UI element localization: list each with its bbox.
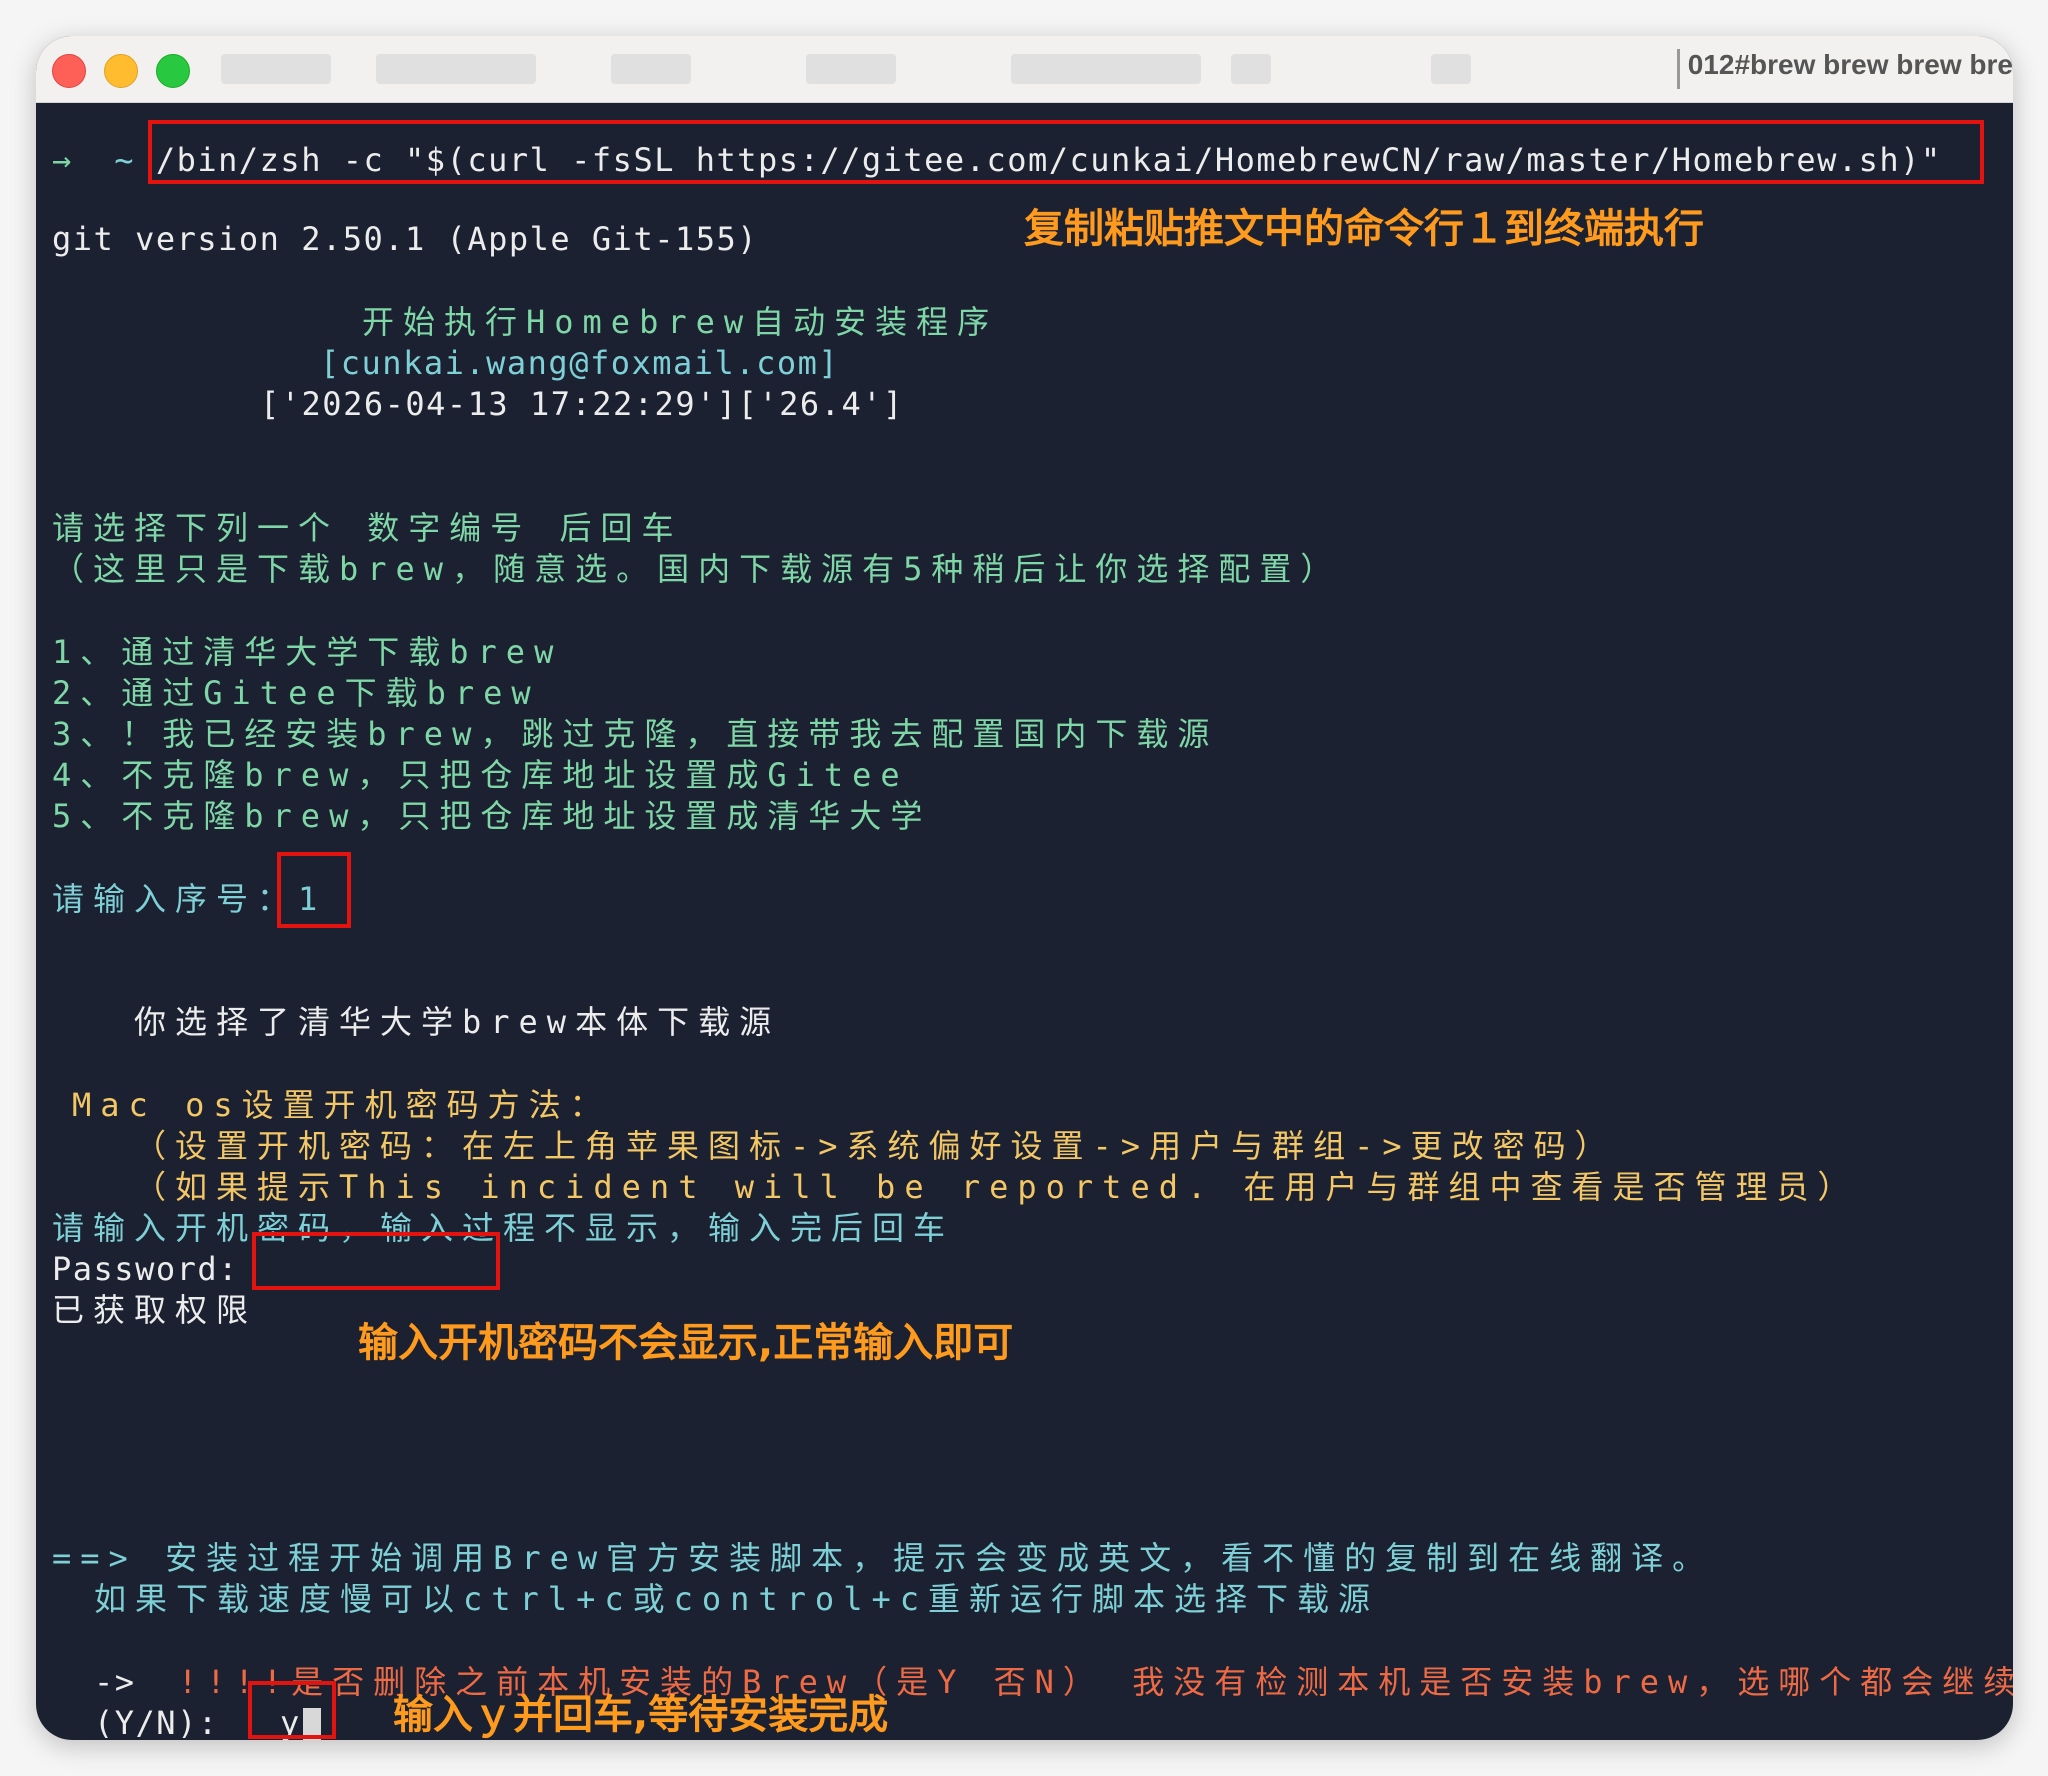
blurred-tab[interactable]	[1231, 54, 1271, 84]
banner-line-1: 开始执行Homebrew自动安装程序	[362, 303, 999, 341]
option-2: 2、通过Gitee下载brew	[52, 674, 540, 712]
granted-line: 已获取权限	[52, 1291, 258, 1329]
banner-line-3: ['2026-04-13 17:22:29']['26.4']	[260, 385, 904, 423]
mac-hint-2: （如果提示This incident will be reported. 在用户…	[134, 1168, 1859, 1206]
annotation-step2: 输入开机密码不会显示,正常输入即可	[358, 1320, 1014, 1366]
mac-title: Mac os设置开机密码方法：	[72, 1086, 611, 1124]
blurred-tab[interactable]	[376, 54, 536, 84]
banner-line-2: [cunkai.wang@foxmail.com]	[320, 344, 840, 382]
mac-hint-1: （设置开机密码：在左上角苹果图标->系统偏好设置->用户与群组->更改密码）	[134, 1127, 1616, 1165]
blurred-tab[interactable]	[221, 54, 331, 84]
prompt-dir: ~	[114, 141, 136, 179]
command-highlight-box	[148, 120, 1984, 184]
install-line-1: ==> 安装过程开始调用Brew官方安装脚本，提示会变成英文，看不懂的复制到在线…	[52, 1539, 1714, 1577]
annotation-step3: 输入ｙ并回车,等待安装完成	[393, 1692, 889, 1738]
password-prompt: 请输入开机密码，输入过程不显示，输入完后回车	[52, 1209, 955, 1247]
option-4: 4、不克隆brew，只把仓库地址设置成Gitee	[52, 756, 909, 794]
chosen-message: 你选择了清华大学brew本体下载源	[134, 1003, 781, 1041]
git-version-line: git version 2.50.1 (Apple Git-155)	[52, 220, 759, 258]
install-line-2: 如果下载速度慢可以ctrl+c或control+c重新运行脚本选择下载源	[94, 1580, 1379, 1618]
option-5: 5、不克隆brew，只把仓库地址设置成清华大学	[52, 797, 932, 835]
delete-arrow: ->	[94, 1663, 136, 1701]
blurred-tab[interactable]	[806, 54, 896, 84]
yn-label: (Y/N):	[94, 1704, 219, 1740]
input-highlight-box	[277, 852, 351, 928]
minimize-window-button[interactable]	[104, 54, 138, 88]
password-field-box[interactable]	[252, 1232, 500, 1290]
close-window-button[interactable]	[52, 54, 86, 88]
title-bar: 012#brew brew brew bre	[36, 36, 2013, 103]
prompt-arrow: →	[52, 141, 73, 179]
annotation-step1: 复制粘贴推文中的命令行１到终端执行	[1024, 206, 1704, 252]
option-1: 1、通过清华大学下载brew	[52, 633, 563, 671]
terminal-window: 012#brew brew brew bre → ~ /bin/zsh -c "…	[36, 36, 2013, 1740]
window-title: 012#brew brew brew bre	[1676, 49, 2013, 89]
blurred-tab[interactable]	[1431, 54, 1471, 84]
select-note: （这里只是下载brew，随意选。国内下载源有5种稍后让你选择配置）	[52, 550, 1342, 588]
blurred-tab[interactable]	[1011, 54, 1201, 84]
yn-highlight-box	[248, 1681, 336, 1739]
option-3: 3、！我已经安装brew，跳过克隆，直接带我去配置国内下载源	[52, 715, 1219, 753]
blurred-tab[interactable]	[611, 54, 691, 84]
zoom-window-button[interactable]	[156, 54, 190, 88]
input-label: 请输入序号：	[52, 880, 299, 918]
password-label: Password:	[52, 1250, 239, 1288]
select-prompt: 请选择下列一个 数字编号 后回车	[52, 509, 683, 547]
